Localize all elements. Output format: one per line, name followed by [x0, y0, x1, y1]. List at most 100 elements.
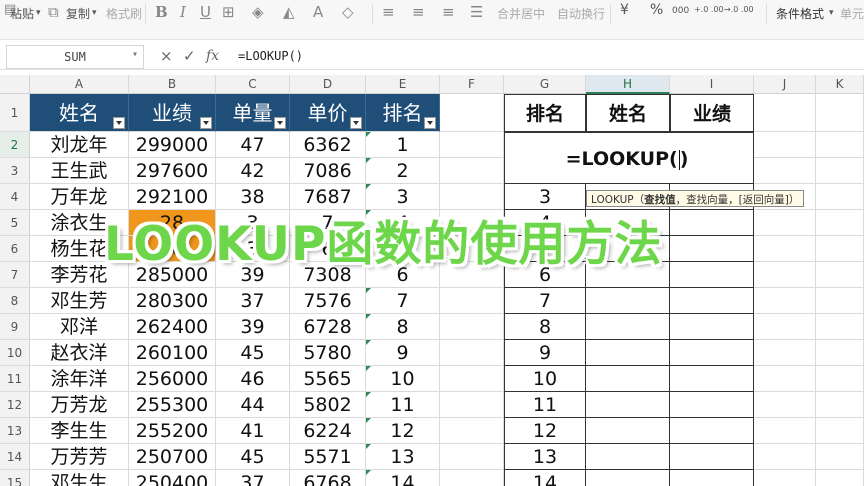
lookup-formula-cell[interactable]: =LOOKUP() — [504, 148, 750, 170]
table-cell[interactable]: 256000 — [129, 366, 216, 392]
empty-cell[interactable] — [816, 262, 864, 288]
percent-button[interactable]: % — [650, 2, 663, 18]
paste-dropdown-icon[interactable]: ▾ — [36, 8, 41, 18]
border-icon[interactable]: ⊞ — [222, 3, 235, 21]
lookup-rank-cell[interactable]: 13 — [504, 444, 586, 470]
empty-cell[interactable] — [754, 340, 816, 366]
empty-cell[interactable] — [754, 314, 816, 340]
empty-cell[interactable] — [816, 392, 864, 418]
lookup-empty-cell[interactable] — [586, 418, 670, 444]
table-cell[interactable]: 46 — [216, 366, 290, 392]
highlight-icon[interactable]: ◭ — [283, 3, 295, 21]
paste-button[interactable]: 粘贴 — [10, 5, 34, 22]
table-cell[interactable]: 6728 — [290, 314, 366, 340]
italic-icon[interactable]: I — [180, 3, 186, 21]
table-cell[interactable]: 42 — [216, 158, 290, 184]
table-cell[interactable]: 14 — [366, 470, 440, 486]
empty-cell[interactable] — [754, 158, 816, 184]
empty-cell[interactable] — [816, 470, 864, 486]
table-cell[interactable]: 44 — [216, 392, 290, 418]
empty-cell[interactable] — [440, 418, 504, 444]
table-cell[interactable]: 涂年洋 — [30, 366, 129, 392]
lookup-rank-cell[interactable]: 14 — [504, 470, 586, 486]
column-header-e[interactable]: E — [366, 75, 440, 94]
lookup-rank-cell[interactable]: 8 — [504, 314, 586, 340]
empty-cell[interactable] — [754, 132, 816, 158]
align-justify-icon[interactable]: ☰ — [470, 3, 483, 21]
empty-cell[interactable] — [754, 210, 816, 236]
row-header-15[interactable]: 15 — [0, 470, 30, 486]
table-cell[interactable]: 280300 — [129, 288, 216, 314]
align-top-icon[interactable]: ≡ — [382, 3, 395, 21]
table-cell[interactable]: 2 — [366, 158, 440, 184]
table-cell[interactable]: 7 — [366, 288, 440, 314]
table-cell[interactable]: 邓生芳 — [30, 288, 129, 314]
column-header-i[interactable]: I — [670, 75, 754, 94]
row-header-10[interactable]: 10 — [0, 340, 30, 366]
cell-style-button[interactable]: 单元格样 — [840, 5, 864, 22]
row-header-1[interactable]: 1 — [0, 94, 30, 132]
lookup-empty-cell[interactable] — [670, 366, 754, 392]
lookup-empty-cell[interactable] — [670, 262, 754, 288]
table-cell[interactable]: 刘龙年 — [30, 132, 129, 158]
empty-cell[interactable] — [816, 236, 864, 262]
empty-cell[interactable] — [816, 288, 864, 314]
align-bottom-icon[interactable]: ≡ — [442, 3, 455, 21]
table-cell[interactable]: 赵衣洋 — [30, 340, 129, 366]
lookup-rank-cell[interactable]: 9 — [504, 340, 586, 366]
row-header-7[interactable]: 7 — [0, 262, 30, 288]
lookup-rank-cell[interactable]: 10 — [504, 366, 586, 392]
table-cell[interactable]: 260100 — [129, 340, 216, 366]
lookup-header-cell[interactable]: 排名 — [504, 94, 586, 132]
lookup-empty-cell[interactable] — [670, 444, 754, 470]
empty-cell[interactable] — [816, 340, 864, 366]
column-header-c[interactable]: C — [216, 75, 290, 94]
table-cell[interactable]: 6768 — [290, 470, 366, 486]
table-cell[interactable]: 9 — [366, 340, 440, 366]
cancel-icon[interactable]: × — [160, 47, 173, 65]
empty-cell[interactable] — [816, 444, 864, 470]
row-header-9[interactable]: 9 — [0, 314, 30, 340]
empty-cell[interactable] — [754, 236, 816, 262]
underline-icon[interactable]: U — [200, 3, 211, 21]
filter-dropdown-icon[interactable] — [200, 117, 212, 129]
table-cell[interactable]: 39 — [216, 314, 290, 340]
thousands-button[interactable]: 000 — [672, 6, 689, 16]
filter-dropdown-icon[interactable] — [274, 117, 286, 129]
align-middle-icon[interactable]: ≡ — [412, 3, 425, 21]
empty-cell[interactable] — [440, 314, 504, 340]
row-header-11[interactable]: 11 — [0, 366, 30, 392]
name-box[interactable]: SUM ▾ — [6, 45, 144, 69]
empty-cell[interactable] — [754, 418, 816, 444]
fill-color-icon[interactable]: ◈ — [252, 3, 264, 21]
column-header-d[interactable]: D — [290, 75, 366, 94]
column-header-h[interactable]: H — [586, 75, 670, 94]
empty-cell[interactable] — [440, 132, 504, 158]
column-header-a[interactable]: A — [30, 75, 129, 94]
lookup-empty-cell[interactable] — [586, 314, 670, 340]
select-all-corner[interactable] — [0, 75, 30, 94]
table-cell[interactable]: 6362 — [290, 132, 366, 158]
lookup-rank-cell[interactable]: 11 — [504, 392, 586, 418]
table-cell[interactable]: 邓生生 — [30, 470, 129, 486]
fx-icon[interactable]: fx — [206, 48, 219, 64]
table-cell[interactable]: 45 — [216, 444, 290, 470]
decrease-decimal-button[interactable]: →.0 .00 — [724, 5, 754, 14]
empty-cell[interactable] — [440, 158, 504, 184]
table-cell[interactable]: 6224 — [290, 418, 366, 444]
table-cell[interactable]: 7576 — [290, 288, 366, 314]
empty-cell[interactable] — [816, 158, 864, 184]
empty-cell[interactable] — [816, 94, 864, 132]
lookup-rank-cell[interactable]: 12 — [504, 418, 586, 444]
table-cell[interactable]: 李生生 — [30, 418, 129, 444]
empty-cell[interactable] — [440, 444, 504, 470]
row-header-6[interactable]: 6 — [0, 236, 30, 262]
empty-cell[interactable] — [754, 288, 816, 314]
lookup-empty-cell[interactable] — [670, 236, 754, 262]
empty-cell[interactable] — [816, 132, 864, 158]
filter-dropdown-icon[interactable] — [424, 117, 436, 129]
table-cell[interactable]: 万芳龙 — [30, 392, 129, 418]
table-cell[interactable]: 13 — [366, 444, 440, 470]
table-cell[interactable]: 11 — [366, 392, 440, 418]
lookup-empty-cell[interactable] — [670, 470, 754, 486]
